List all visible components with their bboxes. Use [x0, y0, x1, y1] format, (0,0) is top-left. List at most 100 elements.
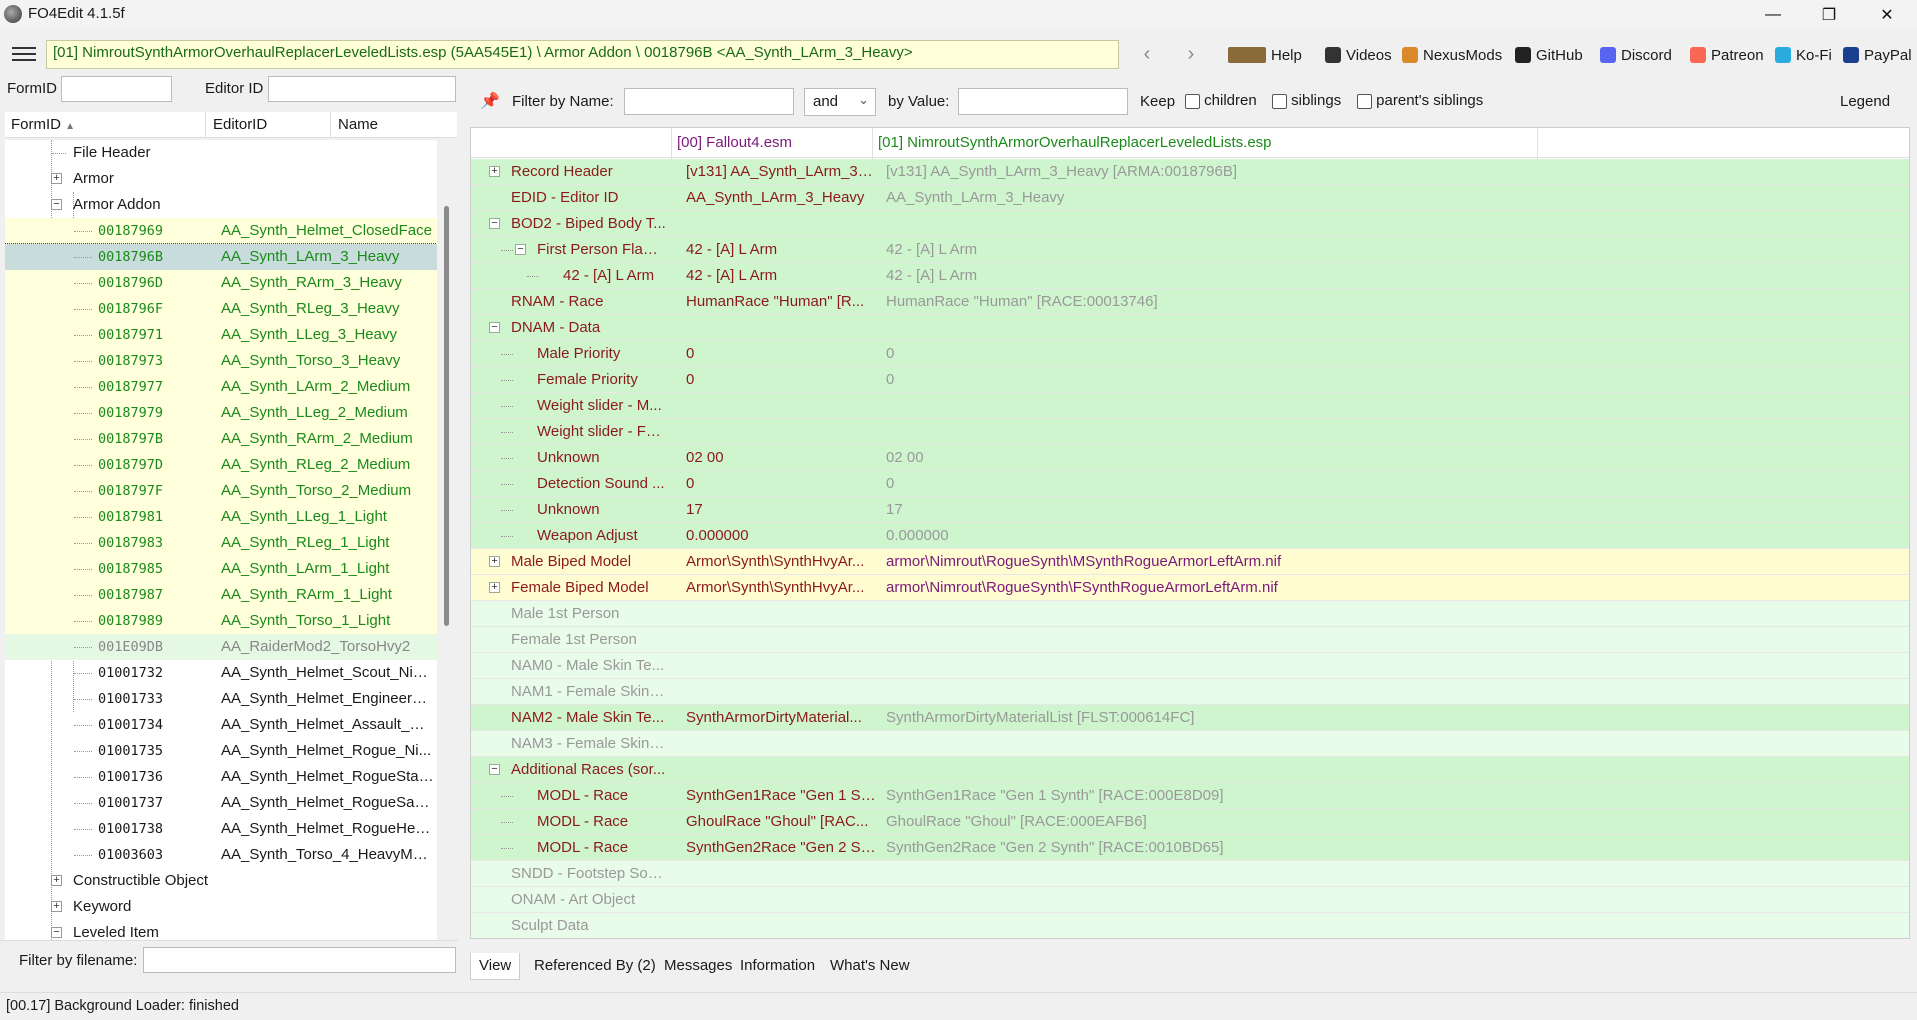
- tree-record-row[interactable]: 00187987 AA_Synth_RArm_1_Light: [5, 582, 437, 608]
- tree-record-row[interactable]: 00187985 AA_Synth_LArm_1_Light: [5, 556, 437, 582]
- record-field-row[interactable]: NAM0 - Male Skin Te...: [471, 653, 1909, 679]
- tree-record-row[interactable]: 00187971 AA_Synth_LLeg_3_Heavy: [5, 322, 437, 348]
- record-field-row[interactable]: − First Person Flags ... 42 - [A] L Arm 42 …: [471, 237, 1909, 263]
- master-value[interactable]: 42 - [A] L Arm: [686, 267, 876, 284]
- tree-record-row[interactable]: 01001732 AA_Synth_Helmet_Scout_Nimr...: [5, 660, 437, 686]
- logic-select[interactable]: and ⌄: [804, 88, 876, 116]
- record-field-row[interactable]: Weight slider - M...: [471, 393, 1909, 419]
- children-checkbox[interactable]: children: [1185, 92, 1257, 109]
- record-field-row[interactable]: Unknown 17 17: [471, 497, 1909, 523]
- record-field-row[interactable]: Male 1st Person: [471, 601, 1909, 627]
- master-value[interactable]: SynthGen2Race "Gen 2 Sy...: [686, 839, 876, 856]
- link-patreon[interactable]: Patreon: [1690, 44, 1764, 66]
- master-value[interactable]: SynthArmorDirtyMaterial...: [686, 709, 876, 726]
- tree-record-row[interactable]: 00187981 AA_Synth_LLeg_1_Light: [5, 504, 437, 530]
- record-field-row[interactable]: MODL - Race SynthGen1Race "Gen 1 Sy... Syn…: [471, 783, 1909, 809]
- checkbox-box[interactable]: [1357, 93, 1372, 109]
- record-field-row[interactable]: ONAM - Art Object: [471, 887, 1909, 913]
- tree-node[interactable]: − Leveled Item: [5, 920, 437, 940]
- tree-record-row[interactable]: 001E09DB AA_RaiderMod2_TorsoHvy2: [5, 634, 437, 660]
- override-value[interactable]: 02 00: [886, 449, 1526, 466]
- tree-record-row[interactable]: 00187973 AA_Synth_Torso_3_Heavy: [5, 348, 437, 374]
- tree-record-row[interactable]: 01001737 AA_Synth_Helmet_RogueSab...: [5, 790, 437, 816]
- collapse-icon[interactable]: −: [489, 764, 500, 775]
- tree-record-row[interactable]: 0018796F AA_Synth_RLeg_3_Heavy: [5, 296, 437, 322]
- record-field-row[interactable]: Female Priority 0 0: [471, 367, 1909, 393]
- record-field-row[interactable]: − BOD2 - Biped Body T...: [471, 211, 1909, 237]
- filename-filter-input[interactable]: [143, 947, 456, 973]
- override-value[interactable]: 42 - [A] L Arm: [886, 267, 1526, 284]
- record-field-row[interactable]: EDID - Editor ID AA_Synth_LArm_3_Heavy AA_…: [471, 185, 1909, 211]
- filter-by-name-input[interactable]: [624, 88, 794, 115]
- record-field-row[interactable]: Unknown 02 00 02 00: [471, 445, 1909, 471]
- tree-node[interactable]: + Armor: [5, 166, 437, 192]
- column-header-editorid[interactable]: EditorID: [213, 116, 267, 133]
- column-divider[interactable]: [205, 112, 206, 138]
- record-field-row[interactable]: Weight slider - Fe...: [471, 419, 1909, 445]
- tree-node[interactable]: + Keyword: [5, 894, 437, 920]
- record-field-row[interactable]: Weapon Adjust 0.000000 0.000000: [471, 523, 1909, 549]
- link-kofi[interactable]: Ko-Fi: [1775, 44, 1832, 66]
- parents-siblings-checkbox[interactable]: parent's siblings: [1357, 92, 1483, 109]
- checkbox-box[interactable]: [1272, 93, 1287, 109]
- tab-information[interactable]: Information: [732, 953, 823, 980]
- master-value[interactable]: HumanRace "Human" [R...: [686, 293, 876, 310]
- tree-record-row[interactable]: 01001738 AA_Synth_Helmet_RogueHea...: [5, 816, 437, 842]
- record-field-row[interactable]: + Male Biped Model Armor\Synth\SynthHvyAr.…: [471, 549, 1909, 575]
- tree-record-row[interactable]: 0018797F AA_Synth_Torso_2_Medium: [5, 478, 437, 504]
- column-header-name[interactable]: Name: [338, 116, 378, 133]
- override-value[interactable]: GhoulRace "Ghoul" [RACE:000EAFB6]: [886, 813, 1526, 830]
- by-value-input[interactable]: [958, 88, 1128, 115]
- override-value[interactable]: SynthGen1Race "Gen 1 Synth" [RACE:000E8D…: [886, 787, 1526, 804]
- master-value[interactable]: 0: [686, 345, 876, 362]
- tree-record-row[interactable]: 0018796B AA_Synth_LArm_3_Heavy: [5, 243, 437, 271]
- link-help[interactable]: Help: [1228, 44, 1302, 66]
- master-value[interactable]: Armor\Synth\SynthHvyAr...: [686, 579, 876, 596]
- master-value[interactable]: 0: [686, 475, 876, 492]
- pin-icon[interactable]: 📌: [480, 91, 500, 111]
- forward-button[interactable]: ›: [1177, 40, 1205, 68]
- scrollbar-thumb[interactable]: [444, 206, 449, 626]
- override-value[interactable]: 17: [886, 501, 1526, 518]
- override-value[interactable]: 0: [886, 475, 1526, 492]
- tree-record-row[interactable]: 0018797D AA_Synth_RLeg_2_Medium: [5, 452, 437, 478]
- collapse-icon[interactable]: −: [51, 199, 62, 210]
- master-value[interactable]: AA_Synth_LArm_3_Heavy: [686, 189, 876, 206]
- override-value[interactable]: armor\Nimrout\RogueSynth\MSynthRogueArmo…: [886, 553, 1526, 570]
- record-field-row[interactable]: MODL - Race SynthGen2Race "Gen 2 Sy... Syn…: [471, 835, 1909, 861]
- close-button[interactable]: ✕: [1864, 0, 1910, 29]
- collapse-icon[interactable]: −: [51, 927, 62, 938]
- record-field-row[interactable]: Male Priority 0 0: [471, 341, 1909, 367]
- tree-record-row[interactable]: 00187989 AA_Synth_Torso_1_Light: [5, 608, 437, 634]
- record-field-row[interactable]: Sculpt Data: [471, 913, 1909, 938]
- record-field-row[interactable]: − Additional Races (sor...: [471, 757, 1909, 783]
- record-field-row[interactable]: RNAM - Race HumanRace "Human" [R... HumanR…: [471, 289, 1909, 315]
- override-value[interactable]: AA_Synth_LArm_3_Heavy: [886, 189, 1526, 206]
- checkbox-box[interactable]: [1185, 93, 1200, 109]
- tree-record-row[interactable]: 00187969 AA_Synth_Helmet_ClosedFace: [5, 218, 437, 244]
- tree-record-row[interactable]: 0018796D AA_Synth_RArm_3_Heavy: [5, 270, 437, 296]
- record-field-row[interactable]: MODL - Race GhoulRace "Ghoul" [RAC... Ghou…: [471, 809, 1909, 835]
- record-field-row[interactable]: SNDD - Footstep Sou...: [471, 861, 1909, 887]
- expand-icon[interactable]: +: [51, 875, 62, 886]
- override-value[interactable]: 0.000000: [886, 527, 1526, 544]
- minimize-button[interactable]: —: [1750, 0, 1796, 29]
- expand-icon[interactable]: +: [51, 173, 62, 184]
- expand-icon[interactable]: +: [489, 582, 500, 593]
- record-field-row[interactable]: 42 - [A] L Arm 42 - [A] L Arm 42 - [A] L A…: [471, 263, 1909, 289]
- override-value[interactable]: 0: [886, 371, 1526, 388]
- link-github[interactable]: GitHub: [1515, 44, 1583, 66]
- override-value[interactable]: SynthArmorDirtyMaterialList [FLST:000614…: [886, 709, 1526, 726]
- column-header-formid[interactable]: FormID ▲: [11, 116, 75, 133]
- override-value[interactable]: 0: [886, 345, 1526, 362]
- record-field-row[interactable]: Detection Sound ... 0 0: [471, 471, 1909, 497]
- formid-input[interactable]: [61, 76, 172, 102]
- override-value[interactable]: armor\Nimrout\RogueSynth\FSynthRogueArmo…: [886, 579, 1526, 596]
- master-value[interactable]: Armor\Synth\SynthHvyAr...: [686, 553, 876, 570]
- master-value[interactable]: 0.000000: [686, 527, 876, 544]
- menu-button[interactable]: [12, 47, 36, 61]
- restore-button[interactable]: ❐: [1806, 0, 1852, 29]
- collapse-icon[interactable]: −: [489, 218, 500, 229]
- record-path-field[interactable]: [01] NimroutSynthArmorOverhaulReplacerLe…: [46, 40, 1119, 69]
- column-header-override[interactable]: [01] NimroutSynthArmorOverhaulReplacerLe…: [878, 134, 1272, 151]
